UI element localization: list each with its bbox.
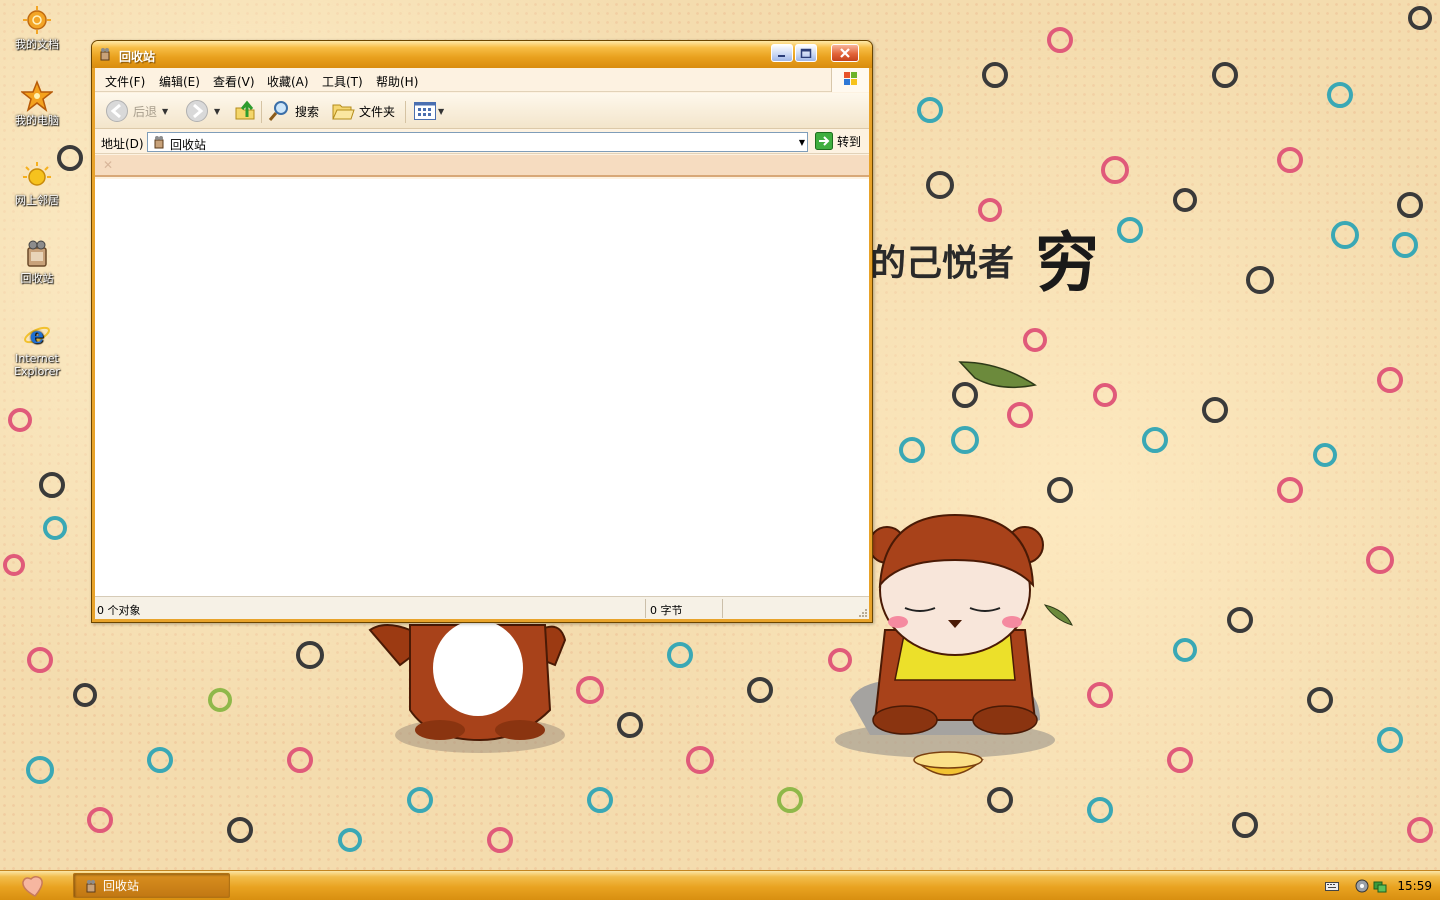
up-folder-button[interactable]	[233, 99, 257, 123]
back-label: 后退	[133, 104, 158, 119]
go-label: 转到	[837, 134, 862, 149]
desktop-icon-internet-explorer[interactable]: e Internet Explorer	[4, 318, 70, 378]
volume-icon[interactable]	[1355, 879, 1369, 893]
svg-text:e: e	[30, 323, 44, 349]
file-list-area[interactable]	[95, 179, 869, 596]
menu-tools[interactable]: 工具(T)	[322, 73, 363, 90]
info-bar: ✕	[95, 155, 869, 177]
network-status-icon[interactable]	[1373, 879, 1387, 893]
minimize-icon	[778, 55, 785, 57]
resize-grip-icon[interactable]	[857, 607, 867, 617]
desktop-icon-recycle-bin[interactable]: 回收站	[4, 238, 70, 285]
forward-dropdown-icon[interactable]: ▼	[214, 107, 220, 116]
menu-edit[interactable]: 编辑(E)	[159, 73, 200, 90]
standard-toolbar: 后退 ▼ ▼ 搜索 文件夹 ▼	[95, 93, 869, 129]
search-button[interactable]: 搜索	[267, 99, 319, 123]
menu-file[interactable]: 文件(F)	[105, 73, 145, 90]
toolbar-separator	[261, 101, 262, 123]
address-dropdown-icon[interactable]: ▼	[799, 138, 805, 147]
status-size: 0 字节	[650, 604, 683, 617]
folder-up-icon	[235, 100, 255, 120]
desktop-icon-label: 回收站	[20, 272, 54, 285]
desktop-icon-label: 我的电脑	[15, 114, 59, 127]
taskbar-button-label: 回收站	[103, 879, 140, 893]
desktop-icon-label: Internet Explorer	[14, 352, 60, 378]
go-arrow-icon	[815, 132, 833, 150]
window-body: 文件(F) 编辑(E) 查看(V) 收藏(A) 工具(T) 帮助(H) 后退 ▼…	[95, 68, 869, 619]
search-icon	[268, 101, 288, 121]
network-places-icon	[23, 162, 51, 186]
recycle-bin-icon	[27, 240, 47, 267]
status-divider	[722, 599, 723, 618]
back-arrow-icon	[106, 100, 128, 122]
desktop-icon-label: 网上邻居	[15, 194, 59, 207]
folders-label: 文件夹	[359, 104, 396, 119]
close-icon[interactable]: ✕	[103, 158, 113, 172]
menu-help[interactable]: 帮助(H)	[376, 73, 418, 90]
windows-flag-icon	[844, 72, 857, 85]
system-tray: 15:59	[1322, 871, 1440, 900]
recycle-bin-icon	[100, 48, 110, 61]
close-button[interactable]	[831, 44, 859, 62]
menu-favorites[interactable]: 收藏(A)	[267, 73, 309, 90]
forward-arrow-icon	[186, 100, 208, 122]
toolbar-separator	[405, 101, 406, 123]
internet-explorer-icon: e	[24, 323, 50, 349]
maximize-button[interactable]	[795, 44, 817, 62]
back-button[interactable]: 后退 ▼	[105, 99, 168, 123]
status-divider	[645, 599, 646, 618]
menu-view[interactable]: 查看(V)	[213, 73, 255, 90]
menu-bar: 文件(F) 编辑(E) 查看(V) 收藏(A) 工具(T) 帮助(H)	[95, 68, 869, 92]
views-dropdown-icon[interactable]: ▼	[438, 107, 444, 116]
my-documents-icon	[23, 6, 51, 34]
search-label: 搜索	[295, 104, 320, 119]
folder-icon	[332, 104, 355, 120]
explorer-window[interactable]: 回收站 文件(F) 编辑(E) 查看(V) 收藏(A) 工具(T) 帮助(H)	[91, 40, 873, 623]
taskbar: 回收站 15:59	[0, 870, 1440, 900]
close-icon	[840, 48, 850, 58]
views-icon	[414, 102, 436, 120]
window-titlebar[interactable]: 回收站	[92, 41, 872, 68]
desktop-icon-my-documents[interactable]: 我的文档	[4, 4, 70, 51]
forward-button[interactable]: ▼	[185, 99, 220, 123]
address-value: 回收站	[170, 138, 207, 152]
maximize-icon	[800, 48, 812, 58]
windows-logo	[831, 68, 869, 92]
address-bar: 地址(D) 回收站 ▼ 转到	[95, 130, 869, 154]
taskbar-button-recycle-bin[interactable]: 回收站	[73, 873, 230, 898]
svg-text:穷: 穷	[1035, 226, 1099, 301]
desktop-icon-network-places[interactable]: 网上邻居	[4, 160, 70, 207]
keyboard-icon[interactable]	[1325, 880, 1339, 892]
back-dropdown-icon[interactable]: ▼	[162, 107, 168, 116]
status-object-count: 0 个对象	[97, 604, 141, 617]
address-label: 地址(D)	[101, 137, 144, 151]
my-computer-icon	[21, 80, 53, 112]
views-button[interactable]: ▼	[413, 99, 444, 123]
desktop-icon-label: 我的文档	[15, 38, 59, 51]
folders-button[interactable]: 文件夹	[331, 99, 395, 123]
recycle-bin-icon	[86, 879, 96, 892]
desktop-icon-my-computer[interactable]: 我的电脑	[4, 80, 70, 127]
window-title: 回收站	[119, 50, 156, 64]
status-bar: 0 个对象 0 字节	[95, 596, 869, 619]
recycle-bin-icon	[154, 136, 164, 149]
go-button[interactable]: 转到	[815, 132, 861, 150]
minimize-button[interactable]	[771, 44, 793, 62]
clock: 15:59	[1397, 879, 1432, 893]
svg-text:的己悦者: 的己悦者	[870, 243, 1014, 284]
address-input[interactable]: 回收站 ▼	[147, 132, 808, 152]
start-button[interactable]	[0, 871, 62, 900]
heart-icon	[22, 875, 43, 897]
